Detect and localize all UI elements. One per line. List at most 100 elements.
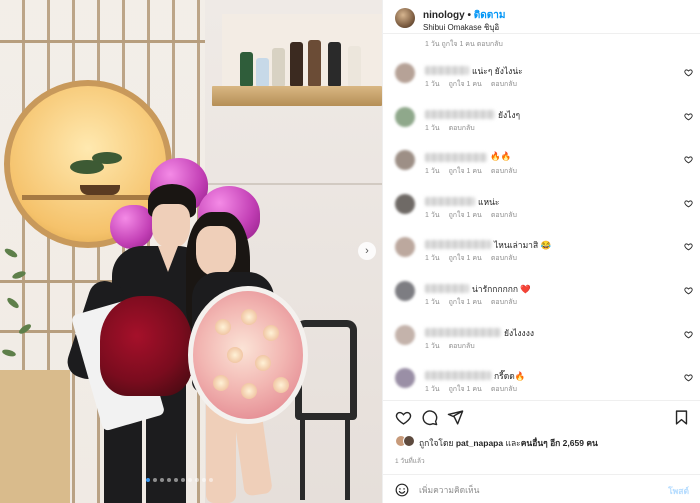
commenter-username-blurred[interactable]: [425, 66, 469, 75]
comment-likes[interactable]: ถูกใจ 1 คน: [449, 386, 482, 393]
comment-like-heart-icon[interactable]: [684, 286, 693, 295]
photo-red-rose-bouquet: [100, 296, 192, 396]
commenter-username-blurred[interactable]: [425, 196, 475, 206]
comment-time[interactable]: 1 วัน: [425, 386, 440, 393]
commenter-avatar[interactable]: [395, 193, 415, 214]
photo-wall-seam: [205, 183, 382, 185]
comment-like-heart-icon[interactable]: [684, 199, 693, 208]
post-location[interactable]: Shibui Omakase ชิบุอิ: [423, 21, 499, 34]
carousel-dot: [160, 478, 164, 482]
likes-middle: และ: [503, 438, 521, 448]
post-timestamp[interactable]: 1 วันที่แล้ว: [395, 456, 425, 466]
comment-like-heart-icon[interactable]: [684, 330, 693, 339]
bookmark-icon[interactable]: [673, 409, 690, 426]
comment-meta: 1 วัน ถูกใจ 1 คน ตอบกลับ: [425, 210, 526, 221]
comment-text: แหน่ะ: [478, 196, 500, 207]
comment-likes[interactable]: ถูกใจ 1 คน: [449, 168, 482, 175]
commenter-avatar[interactable]: [395, 63, 415, 83]
comment-text: ยังไงงงง: [504, 327, 535, 338]
commenter-username-blurred[interactable]: [425, 240, 491, 250]
comment-time[interactable]: 1 วัน: [425, 255, 440, 262]
comment-reply-button[interactable]: ตอบกลับ: [491, 168, 517, 175]
follow-button[interactable]: ติดตาม: [474, 10, 506, 21]
comment-row: แหน่ะ 1 วัน ถูกใจ 1 คน ตอบกลับ: [383, 192, 700, 234]
post-photo[interactable]: ›: [0, 0, 382, 503]
comment-time[interactable]: 1 วัน: [425, 81, 440, 88]
comment-reply-button[interactable]: ตอบกลับ: [491, 299, 517, 306]
post-actions-bar: [383, 400, 700, 434]
commenter-username-blurred[interactable]: [425, 284, 469, 293]
photo-lattice-bar: [0, 40, 205, 43]
commenter-username-blurred[interactable]: [425, 109, 495, 119]
comment-reply-button[interactable]: ตอบกลับ: [491, 81, 517, 88]
comment-input[interactable]: [419, 483, 639, 497]
comment-time[interactable]: 1 วัน: [425, 212, 440, 219]
photo-rose: [213, 375, 229, 391]
comment-reply-button[interactable]: ตอบกลับ: [491, 255, 517, 262]
commenter-avatar[interactable]: [395, 368, 415, 389]
comments-list[interactable]: 1 วัน ถูกใจ 1 คน ตอบกลับ แน่ะๆ ยังไงน่ะ 1…: [383, 34, 700, 394]
comment-likes[interactable]: ถูกใจ 1 คน: [449, 255, 482, 262]
photo-bottle: [348, 46, 361, 86]
comment-text: แน่ะๆ ยังไงน่ะ: [472, 66, 523, 76]
carousel-dot: [188, 478, 192, 482]
liker-username[interactable]: pat_napapa: [456, 438, 503, 448]
comment-likes[interactable]: ถูกใจ 1 คน: [449, 299, 482, 306]
emoji-icon[interactable]: [395, 483, 409, 497]
photo-rose: [241, 383, 257, 399]
comment-meta: 1 วัน ถูกใจ 1 คน ตอบกลับ: [425, 297, 526, 308]
share-paper-plane-icon[interactable]: [447, 409, 464, 426]
carousel-indicator: [146, 478, 213, 482]
comment-like-heart-icon[interactable]: [684, 68, 693, 77]
like-heart-icon[interactable]: [395, 409, 412, 426]
comment-like-heart-icon[interactable]: [684, 112, 693, 121]
commenter-avatar[interactable]: [395, 150, 415, 171]
comment-reply-button[interactable]: ตอบกลับ: [491, 212, 517, 219]
comment-time[interactable]: 1 วัน: [425, 168, 440, 175]
comment-row: ยังไงๆ 1 วัน ตอบกลับ: [383, 105, 700, 147]
comment-text: กรี๊ดด🔥: [494, 371, 526, 382]
photo-rose: [273, 377, 289, 393]
comment-like-heart-icon[interactable]: [684, 155, 693, 164]
photo-rose: [255, 355, 271, 371]
next-photo-button[interactable]: ›: [358, 242, 376, 260]
commenter-avatar[interactable]: [395, 324, 415, 345]
comment-time[interactable]: 1 วัน: [425, 299, 440, 306]
photo-bonsai: [92, 152, 122, 164]
comment-reply-button[interactable]: ตอบกลับ: [491, 386, 517, 393]
post-side-panel: ninology • ติดตาม Shibui Omakase ชิบุอิ …: [382, 0, 700, 503]
comment-time[interactable]: 1 วัน: [425, 125, 440, 132]
carousel-dot: [181, 478, 185, 482]
commenter-username-blurred[interactable]: [425, 371, 491, 381]
photo-round-shelf: [22, 195, 154, 200]
commenter-avatar[interactable]: [395, 237, 415, 258]
header-separator: •: [464, 10, 474, 21]
comment-row: แน่ะๆ ยังไงน่ะ 1 วัน ถูกใจ 1 คน ตอบกลับ: [383, 61, 700, 103]
comment-row: 🔥🔥 1 วัน ถูกใจ 1 คน ตอบกลับ: [383, 148, 700, 190]
commenter-username-blurred[interactable]: [425, 153, 487, 163]
comment-like-heart-icon[interactable]: [684, 373, 693, 382]
comment-like-heart-icon[interactable]: [684, 242, 693, 251]
photo-bottle: [290, 42, 303, 86]
photo-woman-face: [196, 226, 236, 276]
carousel-dot: [153, 478, 157, 482]
commenter-avatar[interactable]: [395, 281, 415, 301]
comment-meta: 1 วัน ตอบกลับ: [425, 123, 484, 134]
likes-others-link[interactable]: คนอื่นๆ อีก 2,659 คน: [521, 438, 598, 448]
comment-likes[interactable]: ถูกใจ 1 คน: [449, 81, 482, 88]
comment-bubble-icon[interactable]: [421, 409, 438, 426]
comment-likes[interactable]: ถูกใจ 1 คน: [449, 212, 482, 219]
liker-avatar[interactable]: [403, 435, 415, 447]
post-comment-button[interactable]: โพสต์: [668, 484, 689, 498]
author-username[interactable]: ninology: [423, 10, 465, 21]
author-avatar[interactable]: [395, 8, 415, 28]
photo-rose: [227, 347, 243, 363]
comment-time[interactable]: 1 วัน: [425, 343, 440, 350]
photo-bottle: [308, 40, 321, 86]
photo-chair-leg: [345, 420, 350, 500]
commenter-avatar[interactable]: [395, 106, 415, 127]
carousel-dot: [209, 478, 213, 482]
comment-reply-button[interactable]: ตอบกลับ: [449, 343, 475, 350]
comment-reply-button[interactable]: ตอบกลับ: [449, 125, 475, 132]
commenter-username-blurred[interactable]: [425, 327, 501, 337]
